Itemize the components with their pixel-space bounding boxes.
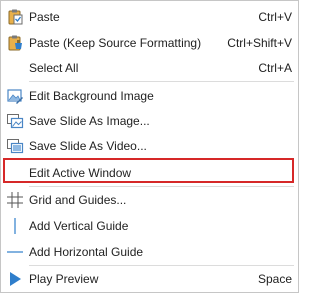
vertical-guide-icon — [6, 217, 24, 235]
menu-item-label: Add Horizontal Guide — [29, 245, 144, 259]
menu-item-label: Paste — [29, 10, 60, 24]
menu-item-add-horizontal-guide[interactable]: Add Horizontal Guide — [1, 240, 298, 264]
menu-item-play-preview[interactable]: Play Preview Space — [1, 267, 298, 291]
menu-item-label: Edit Background Image — [29, 89, 154, 103]
menu-item-edit-background-image[interactable]: Edit Background Image — [1, 84, 298, 108]
context-menu: Paste Ctrl+V Paste (Keep Source Formatti… — [0, 0, 299, 293]
menu-item-label: Save Slide As Video... — [29, 139, 147, 153]
menu-item-label: Save Slide As Image... — [29, 114, 150, 128]
edit-background-image-icon — [6, 87, 24, 105]
menu-item-save-slide-as-image[interactable]: Save Slide As Image... — [1, 109, 298, 133]
paste-keep-formatting-icon — [6, 34, 24, 52]
menu-item-label: Add Vertical Guide — [29, 219, 129, 233]
paste-icon — [6, 8, 24, 26]
play-icon — [6, 270, 24, 288]
menu-item-shortcut: Ctrl+A — [258, 61, 292, 75]
horizontal-guide-icon — [6, 243, 24, 261]
menu-item-label: Grid and Guides... — [29, 193, 127, 207]
grid-icon — [6, 191, 24, 209]
menu-item-paste-keep-formatting[interactable]: Paste (Keep Source Formatting) Ctrl+Shif… — [1, 31, 298, 55]
menu-separator — [29, 81, 294, 82]
menu-item-shortcut: Ctrl+V — [258, 10, 292, 24]
menu-item-grid-and-guides[interactable]: Grid and Guides... — [1, 188, 298, 212]
highlight-box — [3, 158, 294, 183]
save-slide-video-icon — [6, 137, 24, 155]
menu-item-paste[interactable]: Paste Ctrl+V — [1, 5, 298, 29]
menu-item-shortcut: Space — [257, 272, 292, 286]
menu-separator — [29, 265, 294, 266]
menu-item-label: Select All — [29, 61, 79, 75]
menu-item-add-vertical-guide[interactable]: Add Vertical Guide — [1, 214, 298, 238]
menu-separator — [29, 186, 294, 187]
menu-item-save-slide-as-video[interactable]: Save Slide As Video... — [1, 134, 298, 158]
menu-item-label: Paste (Keep Source Formatting) — [29, 36, 202, 50]
menu-item-label: Play Preview — [29, 272, 99, 286]
save-slide-image-icon — [6, 112, 24, 130]
menu-item-shortcut: Ctrl+Shift+V — [227, 36, 292, 50]
menu-item-select-all[interactable]: Select All Ctrl+A — [1, 56, 298, 80]
